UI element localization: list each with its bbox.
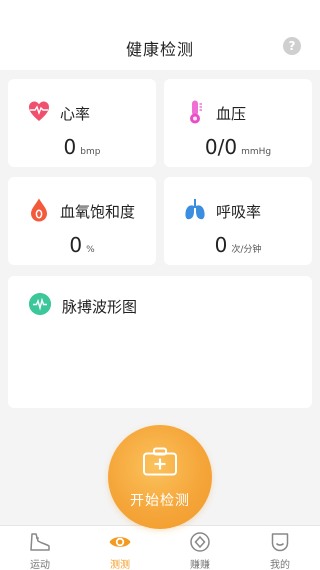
waveform-icon [29,293,51,315]
heart-rate-unit: bmp [80,147,101,157]
blood-oxygen-value: 0 [69,233,83,257]
start-detection-button[interactable]: 开始检测 [108,425,212,529]
heart-rate-card[interactable]: 心率 0 bmp [8,79,156,167]
pulse-waveform-card [8,276,312,408]
respiration-value-group: 0 次/分钟 [164,233,312,257]
blood-pressure-value: 0/0 [204,135,238,159]
heart-pulse-icon [29,101,49,121]
help-icon[interactable]: ? [283,37,301,55]
blood-oxygen-card[interactable]: 血氧饱和度 0% [8,177,156,265]
heart-rate-label: 心率 [60,105,91,123]
bottom-tab-bar: 运动 测测 赚赚 我的 [0,525,320,570]
pulse-waveform-label: 脉搏波形图 [62,298,138,316]
heart-rate-value-group: 0 bmp [8,135,156,159]
start-detection-label: 开始检测 [130,493,190,509]
blood-pressure-label: 血压 [216,105,247,123]
diamond-coin-icon [190,532,210,552]
lungs-icon [185,199,205,220]
blood-oxygen-unit: % [86,245,95,255]
respiration-label: 呼吸率 [216,203,262,221]
tab-earn-label: 赚赚 [190,560,210,570]
sneaker-icon [30,533,50,551]
tab-earn[interactable]: 赚赚 [160,526,240,570]
tab-mine[interactable]: 我的 [240,526,320,570]
blood-pressure-card[interactable]: 血压 0/0 mmHg [164,79,312,167]
heart-rate-value: 0 [63,135,77,159]
respiration-card[interactable]: 呼吸率 0 次/分钟 [164,177,312,265]
tab-test-label: 测测 [110,560,130,570]
blood-drop-icon [31,198,47,222]
eye-icon [109,537,131,547]
tab-sport[interactable]: 运动 [0,526,80,570]
blood-oxygen-value-group: 0% [8,233,156,257]
respiration-unit: 次/分钟 [231,245,262,255]
profile-icon [271,533,289,552]
tab-sport-label: 运动 [30,560,50,570]
blood-oxygen-label: 血氧饱和度 [60,203,136,221]
blood-pressure-value-group: 0/0 mmHg [164,135,312,159]
blood-pressure-unit: mmHg [241,147,272,157]
tab-test[interactable]: 测测 [80,526,160,570]
header: 健康检测 ? [0,0,320,70]
respiration-value: 0 [214,233,228,257]
thermometer-icon [190,100,202,124]
tab-mine-label: 我的 [270,560,290,570]
page-title: 健康检测 [125,40,194,59]
first-aid-kit-icon [143,447,177,476]
